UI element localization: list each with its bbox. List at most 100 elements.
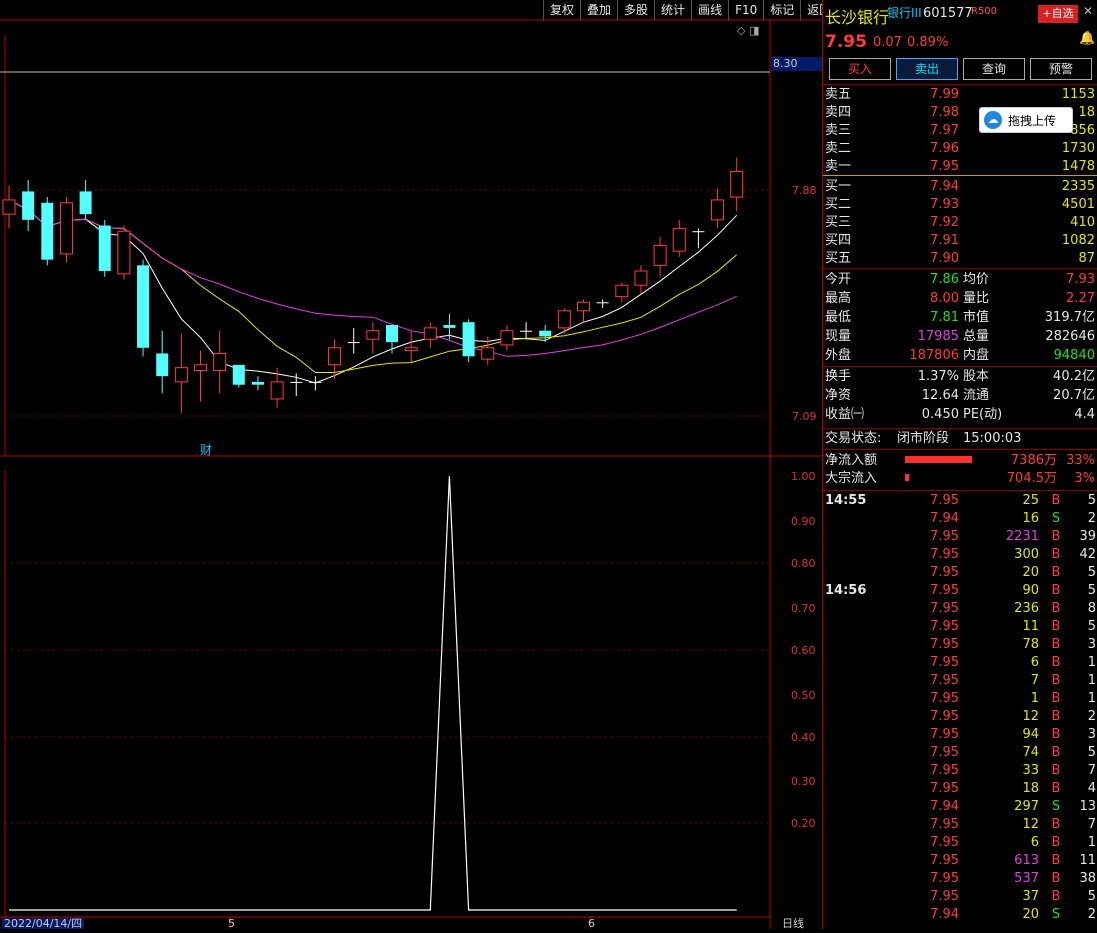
candle-body[interactable] xyxy=(653,244,667,266)
candle-body[interactable] xyxy=(596,302,609,304)
candle-body[interactable] xyxy=(672,227,686,252)
candle-body[interactable] xyxy=(711,199,725,221)
tick-row[interactable]: 7.95 537 B 38 xyxy=(823,870,1097,888)
tick-row[interactable]: 7.95 12 B 2 xyxy=(823,708,1097,726)
candle-body[interactable] xyxy=(328,347,342,366)
candle-body[interactable] xyxy=(290,381,303,383)
tick-row[interactable]: 7.95 1 B 1 xyxy=(823,690,1097,708)
tick-row[interactable]: 14:55 7.95 25 B 5 xyxy=(823,492,1097,510)
finance-marker[interactable]: 财 xyxy=(200,441,212,458)
candle-body[interactable] xyxy=(692,231,705,233)
close-icon[interactable]: ✕ xyxy=(1083,4,1093,18)
trade-status-row: 交易状态: 闭市阶段 15:00:03 xyxy=(823,430,1097,448)
bid-row[interactable]: 买二 7.93 4501 xyxy=(823,196,1097,214)
bid-row[interactable]: 买一 7.94 2335 xyxy=(823,178,1097,196)
stat-row: 外盘 187806 内盘 94840 xyxy=(823,347,1097,365)
candle-body[interactable] xyxy=(539,330,552,337)
candle-body[interactable] xyxy=(156,353,169,377)
candle-body[interactable] xyxy=(22,191,35,220)
toolbar-button-mark[interactable]: 标记 xyxy=(763,0,800,20)
candle-body[interactable] xyxy=(423,327,437,340)
tick-row[interactable]: 7.95 20 B 5 xyxy=(823,564,1097,582)
candle-body[interactable] xyxy=(232,364,245,385)
toolbar-button-overlay[interactable]: 叠加 xyxy=(580,0,617,20)
candle-body[interactable] xyxy=(137,265,150,348)
candle-body[interactable] xyxy=(634,270,648,286)
tick-row[interactable]: 7.95 300 B 42 xyxy=(823,546,1097,564)
candle-body[interactable] xyxy=(500,330,514,346)
tick-row[interactable]: 7.95 7 B 1 xyxy=(823,672,1097,690)
tick-row[interactable]: 7.95 37 B 5 xyxy=(823,888,1097,906)
tick-row[interactable]: 7.95 11 B 5 xyxy=(823,618,1097,636)
candle-body[interactable] xyxy=(557,310,571,329)
buy-button[interactable]: 买入 xyxy=(829,58,891,80)
bid-row[interactable]: 买三 7.92 410 xyxy=(823,214,1097,232)
add-favorite-button[interactable]: +自选 xyxy=(1038,5,1078,23)
candle-body[interactable] xyxy=(481,347,495,360)
tick-price: 7.95 xyxy=(930,601,959,616)
order-volume: 2335 xyxy=(1061,179,1095,194)
candle-body[interactable] xyxy=(443,325,456,328)
tick-row[interactable]: 7.95 236 B 8 xyxy=(823,600,1097,618)
candle-body[interactable] xyxy=(366,330,380,340)
toolbar-button-f10[interactable]: F10 xyxy=(728,0,763,20)
tick-row[interactable]: 14:56 7.95 90 B 5 xyxy=(823,582,1097,600)
tick-row[interactable]: 7.95 78 B 3 xyxy=(823,636,1097,654)
alert-button[interactable]: 预警 xyxy=(1030,58,1092,80)
tick-row[interactable]: 7.95 33 B 7 xyxy=(823,762,1097,780)
candle-body[interactable] xyxy=(117,230,131,275)
tick-row[interactable]: 7.95 74 B 5 xyxy=(823,744,1097,762)
candle-body[interactable] xyxy=(59,202,73,255)
period-label[interactable]: 日线 xyxy=(782,918,804,929)
candle-body[interactable] xyxy=(520,330,533,332)
chart-settings-icon[interactable]: ◇ ◨ xyxy=(737,24,759,37)
tick-row[interactable]: 7.94 297 S 13 xyxy=(823,798,1097,816)
tick-side: B xyxy=(1051,565,1061,580)
candle-body[interactable] xyxy=(386,325,398,343)
candle-body[interactable] xyxy=(615,284,629,298)
tick-row[interactable]: 7.95 12 B 7 xyxy=(823,816,1097,834)
kline-chart-area[interactable]: 8.30 7.88 7.09 ◇ ◨ 财 1.00 0.90 0.80 0.70… xyxy=(0,0,823,929)
tick-row[interactable]: 7.95 18 B 4 xyxy=(823,780,1097,798)
kline-chart[interactable] xyxy=(0,0,822,929)
tick-row[interactable]: 7.95 613 B 11 xyxy=(823,852,1097,870)
candle-body[interactable] xyxy=(730,171,744,198)
candle-body[interactable] xyxy=(2,199,16,215)
candle-body[interactable] xyxy=(404,347,418,352)
tick-row[interactable]: 7.94 16 S 2 xyxy=(823,510,1097,528)
tick-row[interactable]: 7.95 6 B 1 xyxy=(823,834,1097,852)
candle-body[interactable] xyxy=(174,367,188,383)
upload-widget[interactable]: ☁ 拖拽上传 xyxy=(979,107,1073,133)
candle-body[interactable] xyxy=(194,364,207,372)
ask-row[interactable]: 卖一 7.95 1478 xyxy=(823,158,1097,176)
candle-body[interactable] xyxy=(98,225,111,272)
tick-row[interactable]: 7.95 6 B 1 xyxy=(823,654,1097,672)
toolbar-button-statistics[interactable]: 统计 xyxy=(654,0,691,20)
candle-body[interactable] xyxy=(462,322,475,357)
candle-body[interactable] xyxy=(79,191,92,215)
tick-count: 3 xyxy=(1087,727,1096,742)
stock-sector[interactable]: 银行III xyxy=(887,4,922,21)
candle-body[interactable] xyxy=(41,202,54,260)
candle-body[interactable] xyxy=(577,301,590,312)
toolbar-button-multi-stock[interactable]: 多股 xyxy=(617,0,654,20)
toolbar-button-draw[interactable]: 画线 xyxy=(691,0,728,20)
candle-body[interactable] xyxy=(251,381,264,385)
query-button[interactable]: 查询 xyxy=(963,58,1025,80)
sell-button[interactable]: 卖出 xyxy=(896,58,958,80)
tick-row[interactable]: 7.94 20 S 2 xyxy=(823,906,1097,924)
ask-row[interactable]: 卖二 7.96 1730 xyxy=(823,140,1097,158)
order-price: 7.95 xyxy=(930,159,959,174)
bell-icon[interactable]: 🔔 xyxy=(1079,31,1095,46)
candle-body[interactable] xyxy=(213,352,227,372)
candle-body[interactable] xyxy=(347,342,360,344)
candle-body[interactable] xyxy=(309,381,322,383)
tick-row[interactable]: 7.95 2231 B 39 xyxy=(823,528,1097,546)
ask-row[interactable]: 卖五 7.99 1153 xyxy=(823,86,1097,104)
tick-count: 11 xyxy=(1079,853,1096,868)
candle-body[interactable] xyxy=(270,381,284,400)
bid-row[interactable]: 买五 7.90 87 xyxy=(823,250,1097,268)
bid-row[interactable]: 买四 7.91 1082 xyxy=(823,232,1097,250)
toolbar-button-restore-rights[interactable]: 复权 xyxy=(543,0,580,20)
tick-row[interactable]: 7.95 94 B 3 xyxy=(823,726,1097,744)
